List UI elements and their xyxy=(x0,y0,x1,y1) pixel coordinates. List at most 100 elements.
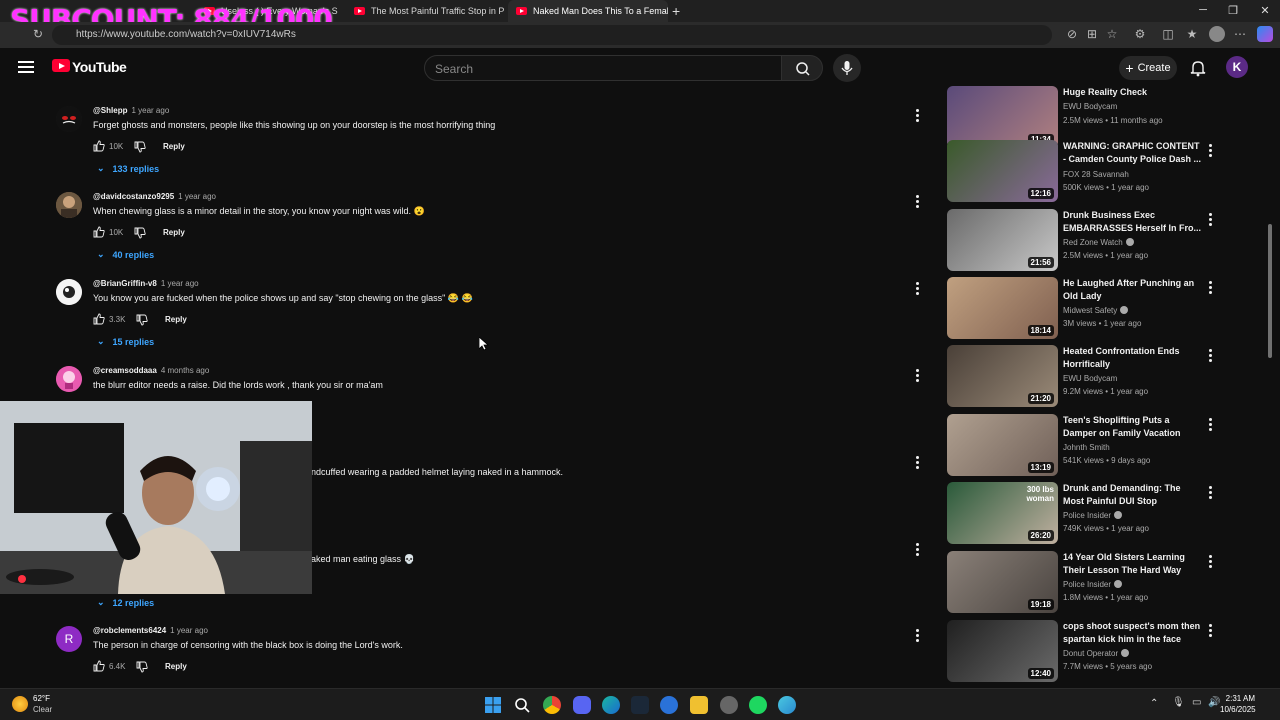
reply-button[interactable]: Reply xyxy=(165,662,187,671)
more-options-icon[interactable]: ⋯ xyxy=(1232,27,1248,41)
video-title[interactable]: Drunk and Demanding: The Most Painful DU… xyxy=(1063,482,1203,508)
comment-more-icon[interactable] xyxy=(914,543,920,557)
channel-name[interactable]: Donut Operator xyxy=(1063,649,1130,658)
video-title[interactable]: He Laughed After Punching an Old Lady xyxy=(1063,277,1203,303)
new-tab-icon[interactable]: + xyxy=(672,3,680,19)
extensions-icon[interactable]: ⚙ xyxy=(1132,27,1148,41)
video-thumbnail[interactable]: 13:19 xyxy=(947,414,1058,476)
comment-more-icon[interactable] xyxy=(914,109,920,123)
account-avatar[interactable]: K xyxy=(1226,56,1248,78)
comment-more-icon[interactable] xyxy=(914,195,920,209)
comment-author[interactable]: @creamsoddaaa 4 months ago xyxy=(93,366,209,375)
video-more-icon[interactable] xyxy=(1207,486,1213,500)
volume-icon[interactable]: 🔊 xyxy=(1208,697,1220,708)
favorite-star-icon[interactable]: ☆ xyxy=(1104,27,1120,41)
video-more-icon[interactable] xyxy=(1207,624,1213,638)
split-screen-icon[interactable]: ◫ xyxy=(1160,27,1176,41)
clock-date[interactable]: 10/6/2025 xyxy=(1220,705,1256,714)
favorites-icon[interactable]: ★ xyxy=(1184,27,1200,41)
comment-more-icon[interactable] xyxy=(914,369,920,383)
voice-search-button[interactable] xyxy=(833,54,861,82)
comment-avatar[interactable] xyxy=(56,279,82,305)
like-icon[interactable] xyxy=(93,140,105,152)
clock-time[interactable]: 2:31 AM xyxy=(1225,694,1255,703)
recommended-video[interactable]: 12:40 cops shoot suspect's mom then spar… xyxy=(947,620,1217,684)
notifications-bell-icon[interactable] xyxy=(1188,58,1208,78)
search-icon[interactable] xyxy=(513,696,531,714)
channel-name[interactable]: EWU Bodycam xyxy=(1063,374,1117,383)
recommended-video[interactable]: 12:16 WARNING: GRAPHIC CONTENT - Camden … xyxy=(947,140,1217,204)
comment-more-icon[interactable] xyxy=(914,456,920,470)
refresh-icon[interactable]: ↻ xyxy=(30,27,46,41)
video-thumbnail[interactable]: 21:56 xyxy=(947,209,1058,271)
channel-name[interactable]: Johnth Smith xyxy=(1063,443,1110,452)
channel-name[interactable]: Police Insider xyxy=(1063,511,1123,520)
comment-avatar[interactable] xyxy=(56,192,82,218)
browser-tab-active[interactable]: Naked Man Does This To a Femal ✕ xyxy=(508,0,668,22)
video-thumbnail[interactable]: 21:20 xyxy=(947,345,1058,407)
browser-tab[interactable]: The Most Painful Traffic Stop in P ✕ xyxy=(346,0,506,22)
hamburger-menu-icon[interactable] xyxy=(18,61,34,73)
comment-author[interactable]: @davidcostanzo9295 1 year ago xyxy=(93,192,216,201)
video-more-icon[interactable] xyxy=(1207,144,1213,158)
video-more-icon[interactable] xyxy=(1207,213,1213,227)
network-icon[interactable]: ▭ xyxy=(1192,697,1201,708)
recommended-video[interactable]: 300 lbs woman 26:20 Drunk and Demanding:… xyxy=(947,482,1217,546)
search-input[interactable]: Search xyxy=(424,55,782,81)
video-title[interactable]: Heated Confrontation Ends Horrifically xyxy=(1063,345,1203,371)
channel-name[interactable]: FOX 28 Savannah xyxy=(1063,170,1129,179)
like-icon[interactable] xyxy=(93,226,105,238)
comment-author-handle[interactable]: @robclements6424 xyxy=(93,626,166,635)
create-button[interactable]: + Create xyxy=(1119,56,1177,80)
video-more-icon[interactable] xyxy=(1207,349,1213,363)
app-icon[interactable] xyxy=(660,696,678,714)
comment-author[interactable]: @robclements6424 1 year ago xyxy=(93,626,208,635)
comment-author-handle[interactable]: @creamsoddaaa xyxy=(93,366,157,375)
app-icon[interactable] xyxy=(778,696,796,714)
youtube-logo-icon[interactable] xyxy=(52,59,70,72)
microphone-icon[interactable]: 🎙 xyxy=(1172,697,1185,708)
url-field[interactable]: https://www.youtube.com/watch?v=0xIUV714… xyxy=(52,25,1052,45)
comment-more-icon[interactable] xyxy=(914,629,920,643)
channel-name[interactable]: Midwest Safety xyxy=(1063,306,1129,315)
edge-icon[interactable] xyxy=(602,696,620,714)
close-window-icon[interactable]: ✕ xyxy=(1250,4,1280,17)
video-thumbnail[interactable]: 12:40 xyxy=(947,620,1058,682)
steam-icon[interactable] xyxy=(631,696,649,714)
dislike-icon[interactable] xyxy=(134,141,146,153)
maximize-icon[interactable]: ❐ xyxy=(1218,4,1248,17)
weather-condition[interactable]: Clear xyxy=(33,705,52,714)
comment-author[interactable]: @BrianGriffin-v8 1 year ago xyxy=(93,279,199,288)
video-more-icon[interactable] xyxy=(1207,555,1213,569)
like-icon[interactable] xyxy=(93,660,105,672)
close-tab-icon[interactable]: ✕ xyxy=(504,5,506,18)
dislike-icon[interactable] xyxy=(134,227,146,239)
file-explorer-icon[interactable] xyxy=(690,696,708,714)
comment-more-icon[interactable] xyxy=(914,282,920,296)
view-replies-button[interactable]: ⌄ 40 replies xyxy=(97,249,154,260)
video-more-icon[interactable] xyxy=(1207,418,1213,432)
weather-temp[interactable]: 62°F xyxy=(33,694,50,703)
recommended-video[interactable]: 21:20 Heated Confrontation Ends Horrific… xyxy=(947,345,1217,409)
windows-start-icon[interactable] xyxy=(484,696,502,714)
view-replies-button[interactable]: ⌄ 15 replies xyxy=(97,336,154,347)
recommended-video[interactable]: 19:18 14 Year Old Sisters Learning Their… xyxy=(947,551,1217,615)
minimize-icon[interactable]: ─ xyxy=(1188,4,1218,16)
discord-icon[interactable] xyxy=(573,696,591,714)
video-thumbnail[interactable]: 12:16 xyxy=(947,140,1058,202)
apps-icon[interactable]: ⊞ xyxy=(1084,27,1100,41)
recommended-video[interactable]: 21:56 Drunk Business Exec EMBARRASSES He… xyxy=(947,209,1217,273)
youtube-wordmark[interactable]: YouTube xyxy=(72,59,127,75)
video-more-icon[interactable] xyxy=(1207,281,1213,295)
comment-author[interactable]: @Shlepp 1 year ago xyxy=(93,106,169,115)
search-button[interactable] xyxy=(781,55,823,81)
comment-avatar[interactable]: R xyxy=(56,626,82,652)
copilot-icon[interactable] xyxy=(1257,26,1273,42)
comment-author-handle[interactable]: @Shlepp xyxy=(93,106,127,115)
video-thumbnail[interactable]: 19:18 xyxy=(947,551,1058,613)
video-title[interactable]: Teen's Shoplifting Puts a Damper on Fami… xyxy=(1063,414,1203,440)
recommended-video[interactable]: 18:14 He Laughed After Punching an Old L… xyxy=(947,277,1217,341)
channel-name[interactable]: Red Zone Watch xyxy=(1063,238,1134,247)
chrome-icon[interactable] xyxy=(543,696,561,714)
view-replies-button[interactable]: ⌄ 12 replies xyxy=(97,597,154,608)
